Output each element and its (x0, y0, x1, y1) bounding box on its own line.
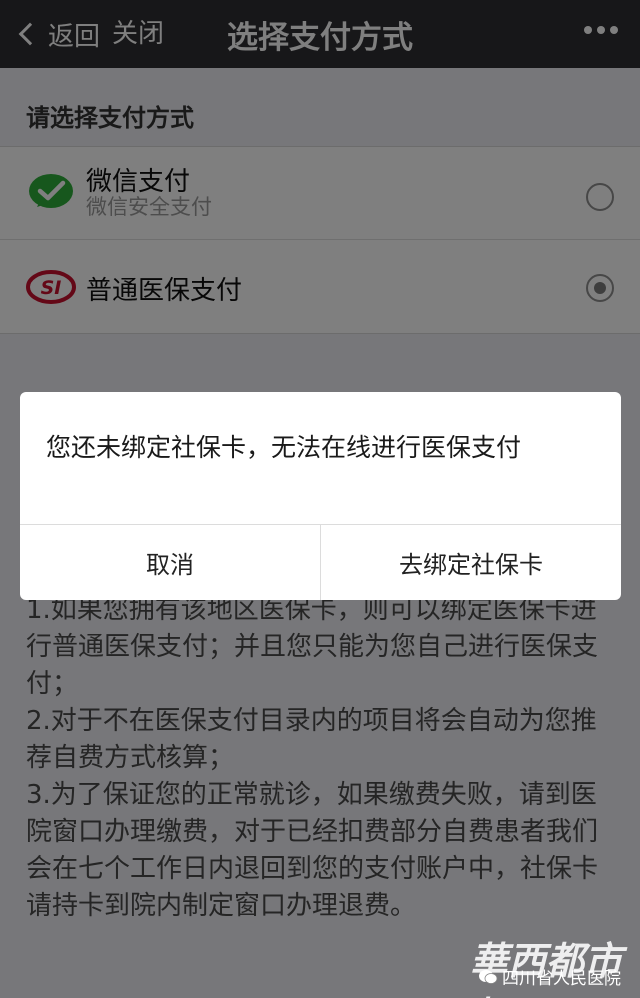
watermark-source-label: 四川省人民医院 (502, 969, 621, 989)
alert-dialog: 您还未绑定社保卡，无法在线进行医保支付 取消 去绑定社保卡 (20, 392, 621, 600)
watermark-source: 四川省人民医院 (478, 964, 621, 989)
cancel-button[interactable]: 取消 (20, 525, 320, 600)
dialog-message: 您还未绑定社保卡，无法在线进行医保支付 (46, 433, 522, 462)
dialog-actions: 取消 去绑定社保卡 (20, 524, 621, 600)
bind-card-button[interactable]: 去绑定社保卡 (320, 525, 621, 600)
watermark: 華西都市報 四川省人民医院 (470, 930, 640, 998)
wechat-icon (479, 969, 498, 984)
